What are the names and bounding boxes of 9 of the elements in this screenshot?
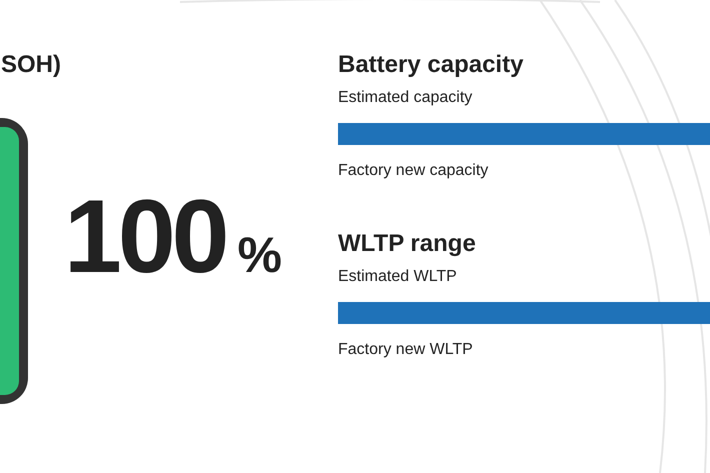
soh-unit: % [238,227,282,283]
estimated-label: Estimated capacity [338,88,474,108]
estimated-label: Estimated WLTP [338,267,458,287]
section-title: Battery capacity [338,50,524,80]
factory-label: Factory new WLTP [338,340,474,360]
section-title: WLTP range [338,229,477,259]
factory-label: Factory new capacity [338,161,490,181]
soh-value: 100 [64,182,226,292]
section-title: SOH) [1,50,62,80]
